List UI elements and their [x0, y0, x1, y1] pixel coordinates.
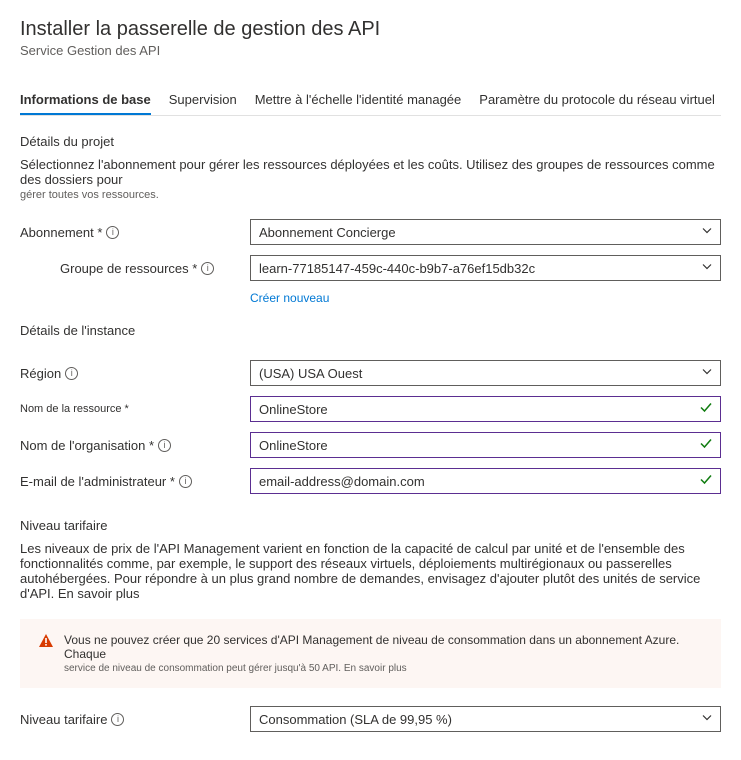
region-label: Région i [20, 366, 250, 381]
info-icon[interactable]: i [158, 439, 171, 452]
tab-vnet[interactable]: Paramètre du protocole du réseau virtuel [479, 86, 715, 115]
project-section-title: Détails du projet [20, 134, 721, 149]
tab-supervision[interactable]: Supervision [169, 86, 237, 115]
create-new-link[interactable]: Créer nouveau [250, 291, 329, 305]
resource-group-select[interactable] [250, 255, 721, 281]
project-section-subtext: gérer toutes vos ressources. [20, 189, 721, 201]
warning-subtext: service de niveau de consommation peut g… [64, 663, 703, 674]
project-section-text: Sélectionnez l'abonnement pour gérer les… [20, 157, 721, 187]
subscription-select[interactable] [250, 219, 721, 245]
info-icon[interactable]: i [201, 262, 214, 275]
tab-scale-identity[interactable]: Mettre à l'échelle l'identité managée [255, 86, 462, 115]
subscription-label: Abonnement * i [20, 225, 250, 240]
tier-section-title: Niveau tarifaire [20, 518, 721, 533]
region-label-text: Région [20, 366, 61, 381]
tier-select[interactable] [250, 706, 721, 732]
warning-icon [38, 633, 54, 652]
info-icon[interactable]: i [179, 475, 192, 488]
tier-label-text: Niveau tarifaire [20, 712, 107, 727]
tier-label: Niveau tarifaire i [20, 712, 250, 727]
admin-email-label-text: E-mail de l'administrateur * [20, 474, 175, 489]
org-name-label-text: Nom de l'organisation * [20, 438, 154, 453]
org-name-input[interactable] [250, 432, 721, 458]
resource-name-input[interactable] [250, 396, 721, 422]
info-icon[interactable]: i [65, 367, 78, 380]
resource-name-label: Nom de la ressource * [20, 403, 250, 415]
page-title: Installer la passerelle de gestion des A… [20, 18, 721, 41]
admin-email-label: E-mail de l'administrateur * i [20, 474, 250, 489]
page-subtitle: Service Gestion des API [20, 43, 721, 58]
info-icon[interactable]: i [106, 226, 119, 239]
region-select[interactable] [250, 360, 721, 386]
org-name-label: Nom de l'organisation * i [20, 438, 250, 453]
resource-group-label-text: Groupe de ressources * [60, 261, 197, 276]
tier-section-text: Les niveaux de prix de l'API Management … [20, 541, 721, 601]
warning-text: Vous ne pouvez créer que 20 services d'A… [64, 633, 703, 661]
warning-box: Vous ne pouvez créer que 20 services d'A… [20, 619, 721, 688]
tabs: Informations de base Supervision Mettre … [20, 86, 721, 116]
subscription-label-text: Abonnement * [20, 225, 102, 240]
admin-email-input[interactable] [250, 468, 721, 494]
info-icon[interactable]: i [111, 713, 124, 726]
instance-section-title: Détails de l'instance [20, 323, 721, 338]
resource-group-label: Groupe de ressources * i [20, 261, 250, 276]
tab-basics[interactable]: Informations de base [20, 86, 151, 115]
